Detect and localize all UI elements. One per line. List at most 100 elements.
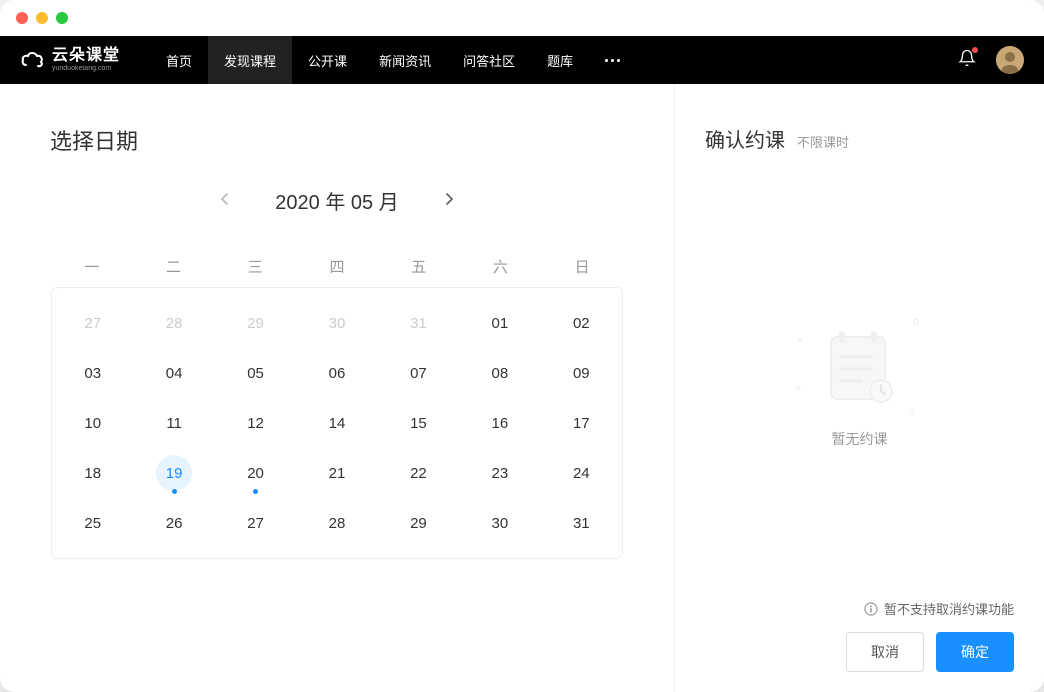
calendar-day[interactable]: 01	[459, 298, 540, 348]
calendar-day[interactable]: 07	[378, 348, 459, 398]
logo[interactable]: 云朵课堂 yunduoketang.com	[20, 47, 120, 73]
main-content: 选择日期 2020 年 05 月 一二三四五六日 272829303101020…	[0, 84, 1044, 692]
calendar-day[interactable]: 17	[541, 398, 622, 448]
chevron-right-icon	[443, 193, 455, 205]
logo-subtext: yunduoketang.com	[52, 65, 120, 72]
calendar-day[interactable]: 10	[52, 398, 133, 448]
calendar-day[interactable]: 29	[378, 498, 459, 548]
weekday-label: 六	[460, 256, 542, 277]
nav-item-2[interactable]: 公开课	[292, 36, 363, 84]
weekday-label: 日	[541, 256, 623, 277]
calendar-day[interactable]: 03	[52, 348, 133, 398]
day-number: 07	[400, 355, 436, 391]
next-month-button[interactable]	[439, 188, 459, 214]
calendar-day[interactable]: 09	[541, 348, 622, 398]
calendar-day[interactable]: 16	[459, 398, 540, 448]
chevron-left-icon	[219, 193, 231, 205]
day-number: 22	[400, 455, 436, 491]
window-minimize-button[interactable]	[36, 12, 48, 24]
booking-title: 确认约课	[705, 124, 785, 153]
calendar-day[interactable]: 28	[133, 298, 214, 348]
day-number: 08	[482, 355, 518, 391]
day-number: 17	[563, 405, 599, 441]
cancel-notice: 暂不支持取消约课功能	[705, 599, 1014, 618]
day-number: 26	[156, 505, 192, 541]
booking-subtitle: 不限课时	[797, 132, 849, 151]
confirm-button[interactable]: 确定	[936, 632, 1014, 672]
window-titlebar	[0, 0, 1044, 36]
day-number: 03	[75, 355, 111, 391]
day-number: 31	[400, 305, 436, 341]
nav-item-3[interactable]: 新闻资讯	[363, 36, 447, 84]
empty-calendar-icon: × ×	[815, 323, 905, 413]
nav-more-button[interactable]	[589, 59, 636, 62]
day-number: 14	[319, 405, 355, 441]
weekday-label: 一	[51, 256, 133, 277]
day-number: 09	[563, 355, 599, 391]
nav-item-1[interactable]: 发现课程	[208, 36, 292, 84]
logo-icon	[20, 47, 46, 73]
date-picker-panel: 选择日期 2020 年 05 月 一二三四五六日 272829303101020…	[0, 84, 674, 692]
window-maximize-button[interactable]	[56, 12, 68, 24]
calendar-day[interactable]: 18	[52, 448, 133, 498]
day-number: 01	[482, 305, 518, 341]
calendar-day[interactable]: 31	[541, 498, 622, 548]
calendar-day[interactable]: 11	[133, 398, 214, 448]
calendar-day[interactable]: 19	[133, 448, 214, 498]
calendar-day[interactable]: 30	[296, 298, 377, 348]
day-number: 25	[75, 505, 111, 541]
user-avatar[interactable]	[996, 46, 1024, 74]
logo-text: 云朵课堂	[52, 48, 120, 64]
day-number: 21	[319, 455, 355, 491]
calendar-day[interactable]: 15	[378, 398, 459, 448]
day-number: 15	[400, 405, 436, 441]
nav-item-0[interactable]: 首页	[150, 36, 208, 84]
day-number: 19	[156, 455, 192, 491]
calendar-day[interactable]: 14	[296, 398, 377, 448]
booking-panel: 确认约课 不限课时 × ×	[674, 84, 1044, 692]
calendar-day[interactable]: 24	[541, 448, 622, 498]
notification-badge	[972, 47, 978, 53]
calendar-day[interactable]: 05	[215, 348, 296, 398]
calendar-day[interactable]: 30	[459, 498, 540, 548]
day-number: 31	[563, 505, 599, 541]
day-number: 29	[400, 505, 436, 541]
day-number: 10	[75, 405, 111, 441]
calendar-day[interactable]: 21	[296, 448, 377, 498]
prev-month-button[interactable]	[215, 188, 235, 214]
calendar-day[interactable]: 23	[459, 448, 540, 498]
weekday-label: 四	[296, 256, 378, 277]
calendar-day[interactable]: 02	[541, 298, 622, 348]
calendar-day[interactable]: 04	[133, 348, 214, 398]
nav-item-5[interactable]: 题库	[531, 36, 589, 84]
calendar-day[interactable]: 08	[459, 348, 540, 398]
calendar-day[interactable]: 20	[215, 448, 296, 498]
cancel-button[interactable]: 取消	[846, 632, 924, 672]
action-buttons: 取消 确定	[705, 632, 1014, 672]
weekday-label: 五	[378, 256, 460, 277]
calendar-day[interactable]: 25	[52, 498, 133, 548]
calendar-day[interactable]: 12	[215, 398, 296, 448]
day-number: 12	[238, 405, 274, 441]
calendar-day[interactable]: 27	[215, 498, 296, 548]
calendar-day[interactable]: 31	[378, 298, 459, 348]
calendar-day[interactable]: 28	[296, 498, 377, 548]
calendar-day[interactable]: 06	[296, 348, 377, 398]
notice-text: 暂不支持取消约课功能	[884, 599, 1014, 618]
calendar-day[interactable]: 26	[133, 498, 214, 548]
day-number: 29	[238, 305, 274, 341]
calendar-day[interactable]: 29	[215, 298, 296, 348]
day-number: 02	[563, 305, 599, 341]
calendar-day[interactable]: 22	[378, 448, 459, 498]
weekday-label: 二	[133, 256, 215, 277]
calendar: 一二三四五六日 27282930310102030405060708091011…	[50, 245, 624, 560]
event-dot-icon	[253, 489, 258, 494]
calendar-grid: 2728293031010203040506070809101112141516…	[51, 287, 623, 559]
day-number: 16	[482, 405, 518, 441]
day-number: 27	[75, 305, 111, 341]
window-close-button[interactable]	[16, 12, 28, 24]
booking-header: 确认约课 不限课时	[705, 124, 1014, 153]
calendar-day[interactable]: 27	[52, 298, 133, 348]
notifications-button[interactable]	[958, 49, 976, 72]
nav-item-4[interactable]: 问答社区	[447, 36, 531, 84]
